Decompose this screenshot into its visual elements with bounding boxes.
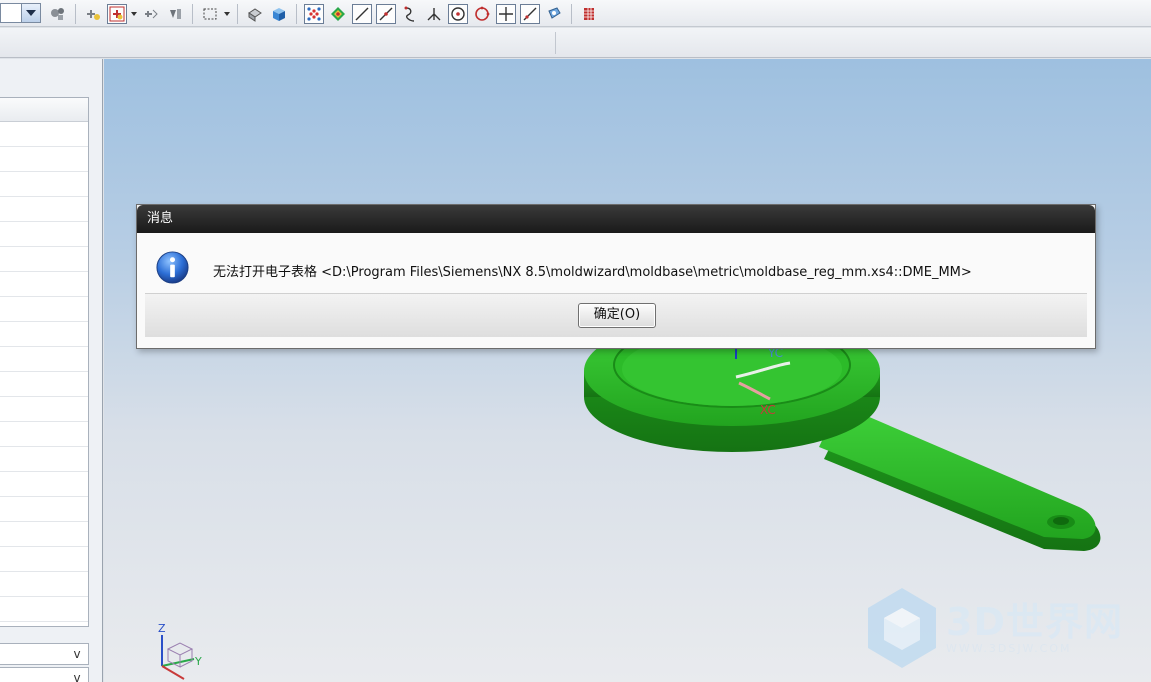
list-item[interactable]: [0, 122, 88, 147]
toolbar-separator: [296, 3, 297, 24]
cube-logo-icon: [868, 588, 936, 668]
list-item[interactable]: [0, 372, 88, 397]
list-item[interactable]: [0, 247, 88, 272]
info-icon: [156, 251, 189, 284]
chevron-down-icon[interactable]: [224, 4, 230, 24]
quadrant-icon[interactable]: [472, 4, 492, 24]
list-item[interactable]: [0, 197, 88, 222]
toolbar-separator: [555, 32, 556, 54]
list-item[interactable]: [0, 547, 88, 572]
list-item[interactable]: [0, 222, 88, 247]
dialog-body: 无法打开电子表格 <D:\Program Files\Siemens\NX 8.…: [137, 233, 1095, 348]
secondary-toolbar: [0, 28, 1151, 58]
toolbar-combo[interactable]: [0, 3, 41, 23]
camera-icon[interactable]: [544, 4, 564, 24]
center-point-icon[interactable]: [448, 3, 468, 24]
wcs-x-label: XC: [760, 403, 776, 417]
list-item[interactable]: [0, 522, 88, 547]
curve-icon[interactable]: [400, 4, 420, 24]
node-icon[interactable]: [328, 4, 348, 24]
list-item[interactable]: [0, 572, 88, 597]
feature-icon[interactable]: [165, 4, 185, 24]
list-item[interactable]: [0, 497, 88, 522]
triad-y-label: Y: [195, 655, 202, 668]
part-navigator-panel: v v: [0, 59, 103, 682]
rectangle-select-icon[interactable]: [200, 4, 220, 24]
dialog-footer: 确定(O): [145, 293, 1087, 337]
table-icon[interactable]: [579, 4, 599, 24]
chevron-down-icon[interactable]: [21, 3, 41, 23]
list-item[interactable]: [0, 172, 88, 197]
point-icon[interactable]: [83, 4, 103, 24]
list-item[interactable]: [0, 472, 88, 497]
watermark: 3D世界网 WWW.3DSJW.COM: [866, 586, 1123, 670]
layer-icon[interactable]: [48, 4, 68, 24]
list-item[interactable]: [0, 297, 88, 322]
list-item[interactable]: [0, 272, 88, 297]
dialog-title[interactable]: 消息: [137, 205, 1095, 233]
main-toolbar: [0, 0, 1151, 27]
list-item[interactable]: [0, 422, 88, 447]
tangent-icon[interactable]: [520, 3, 540, 24]
triad-z-label: Z: [158, 622, 166, 635]
grid-snap-icon[interactable]: [304, 3, 324, 24]
toolbar-separator: [571, 3, 572, 24]
message-dialog: 消息 无法打开电子表格 <D:\Program Files\Siemens\NX…: [136, 204, 1096, 349]
shaded-icon[interactable]: [245, 4, 265, 24]
watermark-url: WWW.3DSJW.COM: [946, 641, 1072, 655]
list-item[interactable]: [0, 322, 88, 347]
select-icon[interactable]: [141, 4, 161, 24]
graphics-viewport[interactable]: YC XC Z Y 3D世界网 WWW.3DSJW.COM: [104, 59, 1151, 682]
chevron-down-icon[interactable]: [131, 4, 137, 24]
navigator-combo-2[interactable]: v: [0, 667, 89, 682]
dialog-message: 无法打开电子表格 <D:\Program Files\Siemens\NX 8.…: [213, 265, 972, 280]
intersection-icon[interactable]: [496, 3, 516, 24]
chevron-down-icon[interactable]: v: [68, 670, 86, 682]
list-item[interactable]: [0, 397, 88, 422]
list-item[interactable]: [0, 597, 88, 622]
line-icon[interactable]: [352, 3, 372, 24]
toolbar-separator: [237, 3, 238, 24]
list-item[interactable]: [0, 447, 88, 472]
navigator-list[interactable]: [0, 97, 89, 627]
solid-icon[interactable]: [269, 4, 289, 24]
perpendicular-icon[interactable]: [424, 4, 444, 24]
list-item[interactable]: [0, 147, 88, 172]
ok-button[interactable]: 确定(O): [578, 303, 656, 328]
chevron-down-icon[interactable]: v: [68, 646, 86, 662]
watermark-brand: 3D世界网: [946, 599, 1123, 644]
navigator-header: [0, 98, 88, 122]
toolbar-separator: [75, 3, 76, 24]
toolbar-separator: [192, 3, 193, 24]
line-through-icon[interactable]: [376, 3, 396, 24]
snap-icon[interactable]: [107, 3, 127, 24]
navigator-combo-1[interactable]: v: [0, 643, 89, 665]
list-item[interactable]: [0, 347, 88, 372]
